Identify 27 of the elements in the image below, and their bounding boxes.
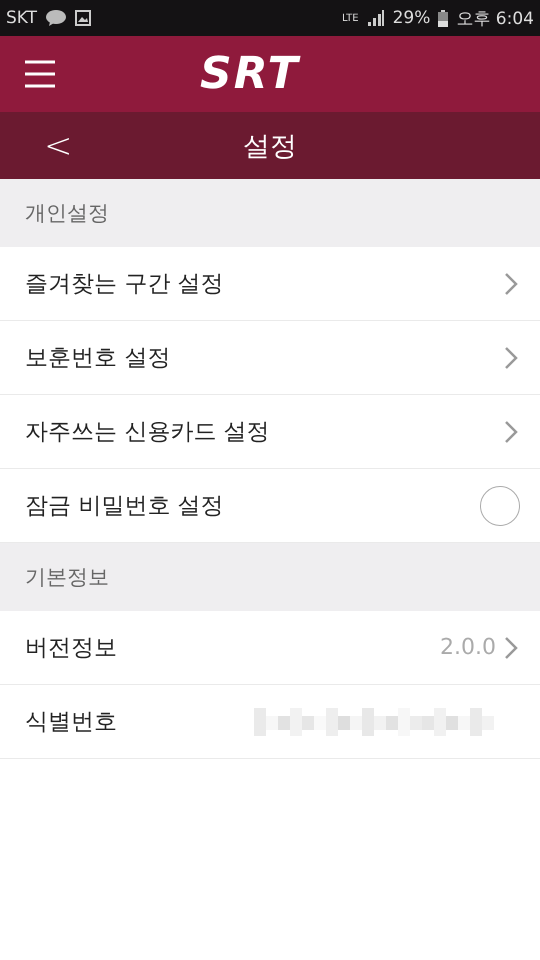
setting-label: 즐겨찾는 구간 설정 xyxy=(25,270,225,299)
chevron-icon[interactable] xyxy=(504,272,518,296)
image-icon xyxy=(75,10,92,26)
setting-label: 잠금 비밀번호 설정 xyxy=(25,492,225,521)
carrier-text: SKT xyxy=(6,8,38,28)
toggle-circle[interactable] xyxy=(480,486,520,526)
back-button[interactable]: < xyxy=(38,124,78,166)
setting-label: 자주쓰는 신용카드 설정 xyxy=(25,418,271,447)
chevron-icon[interactable] xyxy=(504,636,518,660)
section-header: 개인설정 xyxy=(0,179,540,247)
chat-bubble-icon xyxy=(45,9,68,27)
battery-text: 29% xyxy=(392,8,430,28)
setting-label: 버전정보 xyxy=(25,634,118,663)
version-value: 2.0.0 xyxy=(440,635,496,660)
chevron-icon[interactable] xyxy=(504,420,518,444)
setting-label: 식별번호 xyxy=(25,708,118,737)
clock-text: 오후 6:04 xyxy=(456,8,534,30)
page-title: 설정 xyxy=(243,130,297,164)
setting-label: 보훈번호 설정 xyxy=(25,344,172,373)
app-logo: SRT xyxy=(200,48,300,99)
menu-icon xyxy=(24,60,56,88)
chevron-icon[interactable] xyxy=(504,346,518,370)
section-header: 기본정보 xyxy=(0,543,540,611)
signal-icon xyxy=(366,10,385,26)
menu-button[interactable] xyxy=(24,60,56,88)
battery-icon xyxy=(438,10,448,26)
network-text: LTE xyxy=(342,12,359,24)
